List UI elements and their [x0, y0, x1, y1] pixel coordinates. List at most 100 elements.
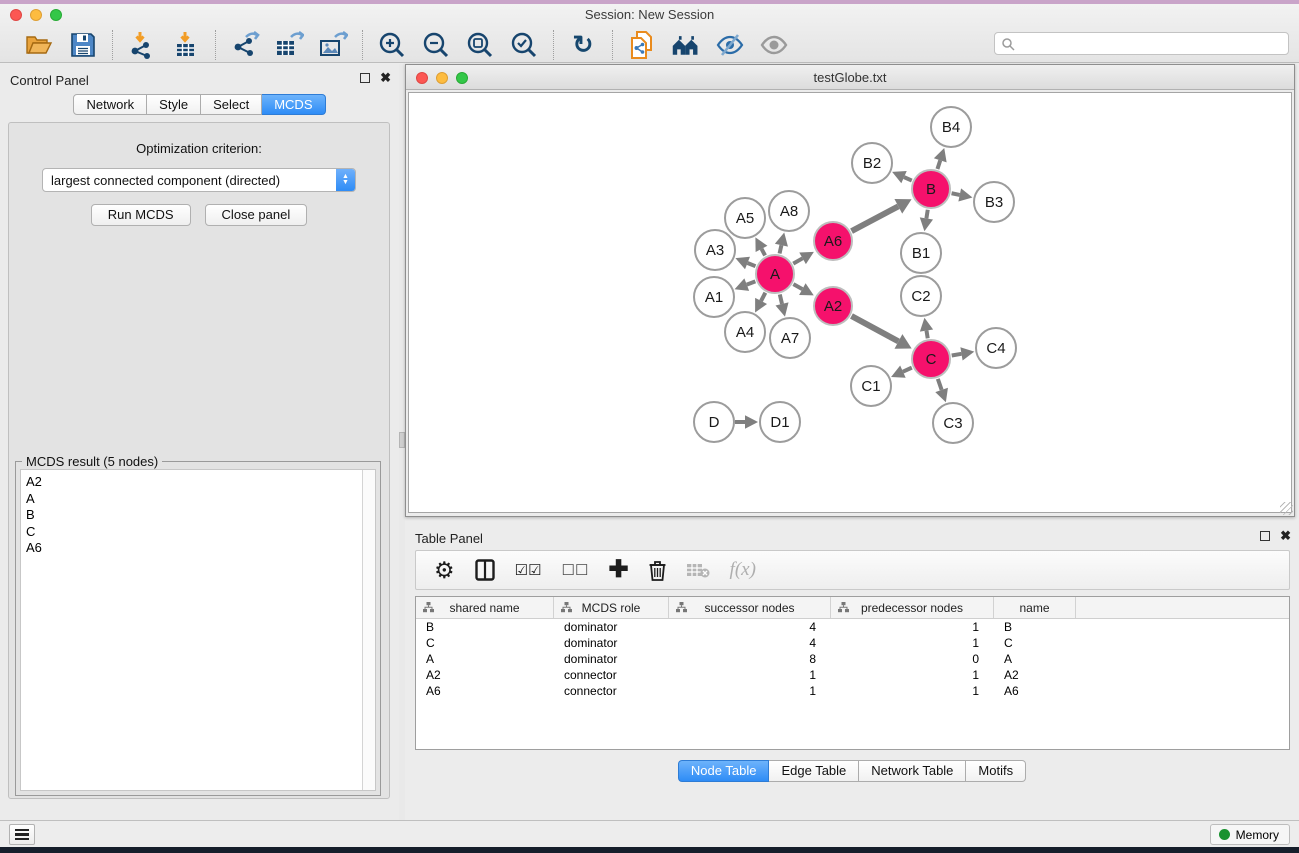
edge-C-C1[interactable] [903, 368, 912, 372]
table-row[interactable]: Cdominator41C [416, 635, 1289, 651]
export-image-icon[interactable] [318, 30, 348, 60]
first-neighbors-icon[interactable] [671, 30, 701, 60]
tab-edge-table[interactable]: Edge Table [769, 760, 859, 782]
close-panel-icon[interactable]: ✖ [380, 73, 391, 83]
arrowhead-icon [920, 217, 933, 231]
selected-option-label: largest connected component (directed) [51, 173, 280, 188]
mcds-result-item[interactable]: A2 [26, 474, 375, 491]
save-session-icon[interactable] [68, 30, 98, 60]
optimization-criterion-select[interactable]: largest connected component (directed) ▲… [42, 168, 356, 192]
hide-selected-icon[interactable] [715, 30, 745, 60]
mcds-result-item[interactable]: B [26, 507, 375, 524]
tab-motifs[interactable]: Motifs [966, 760, 1026, 782]
edge-C-C3[interactable] [938, 379, 942, 390]
delete-column-icon[interactable] [649, 560, 666, 581]
tab-network-table[interactable]: Network Table [859, 760, 966, 782]
table-row[interactable]: Adominator80A [416, 651, 1289, 667]
edge-B-B2[interactable] [904, 177, 912, 180]
zoom-fit-content-icon[interactable] [465, 30, 495, 60]
table-cell: B [416, 620, 554, 634]
mcds-result-item[interactable]: A6 [26, 540, 375, 557]
tab-select[interactable]: Select [201, 94, 262, 115]
edge-B-B4[interactable] [937, 160, 940, 169]
arrowhead-icon [958, 188, 972, 201]
table-cell: dominator [554, 636, 669, 650]
column-header-MCDS-role[interactable]: MCDS role [554, 597, 669, 618]
close-table-panel-icon[interactable]: ✖ [1280, 531, 1291, 541]
network-window-titlebar[interactable]: testGlobe.txt [406, 65, 1294, 90]
table-cell: connector [554, 684, 669, 698]
table-panel-title: Table Panel [415, 531, 483, 546]
arrowhead-icon [745, 415, 758, 428]
window-title: Session: New Session [0, 7, 1299, 22]
zoom-in-icon[interactable] [377, 30, 407, 60]
show-all-icon[interactable] [759, 30, 789, 60]
tab-mcds[interactable]: MCDS [262, 94, 325, 115]
open-session-icon[interactable] [24, 30, 54, 60]
function-builder-icon: f(x) [730, 559, 756, 581]
edge-A-A1[interactable] [747, 281, 756, 284]
edge-A-A8[interactable] [780, 245, 782, 253]
column-header-shared-name[interactable]: shared name [416, 597, 554, 618]
edge-B-B3[interactable] [952, 193, 960, 195]
edge-A-A7[interactable] [780, 294, 782, 303]
export-network-icon[interactable] [230, 30, 260, 60]
arrowhead-icon [775, 302, 788, 316]
column-header-predecessor-nodes[interactable]: predecessor nodes [831, 597, 994, 618]
column-header-successor-nodes[interactable]: successor nodes [669, 597, 831, 618]
table-cell: A2 [416, 668, 554, 682]
memory-button[interactable]: Memory [1210, 824, 1290, 845]
edge-C-C4[interactable] [952, 354, 962, 356]
search-input[interactable] [1015, 35, 1288, 53]
export-table-icon[interactable] [274, 30, 304, 60]
edge-A-A3[interactable] [747, 263, 755, 266]
table-cell: 1 [831, 684, 994, 698]
edge-B-B1[interactable] [926, 210, 927, 219]
show-columns-icon[interactable] [475, 559, 495, 581]
window-resize-grip[interactable] [1280, 502, 1293, 515]
tab-network[interactable]: Network [73, 94, 147, 115]
new-network-from-selection-icon[interactable] [627, 30, 657, 60]
table-settings-icon[interactable]: ⚙ [434, 559, 455, 582]
refresh-icon[interactable]: ↻ [568, 30, 598, 60]
edge-A-A5[interactable] [762, 249, 766, 256]
edge-A6-B[interactable] [852, 206, 899, 231]
tab-node-table[interactable]: Node Table [678, 760, 770, 782]
close-panel-button[interactable]: Close panel [205, 204, 308, 226]
mcds-result-item[interactable]: C [26, 524, 375, 541]
import-network-icon[interactable] [127, 30, 157, 60]
deselect-all-icon[interactable]: ☐☐ [562, 563, 589, 578]
edge-A-A4[interactable] [761, 293, 765, 301]
select-all-icon[interactable]: ☑☑ [515, 563, 542, 578]
table-row[interactable]: Bdominator41B [416, 619, 1289, 635]
table-cell: B [994, 620, 1076, 634]
network-graph[interactable]: B4B2BB3A5A8A6A3B1AA1C2A2A4A7C4CC1C3DD1 [409, 93, 1293, 513]
column-header-name[interactable]: name [994, 597, 1076, 618]
edge-C-C2[interactable] [926, 331, 927, 339]
float-table-panel-icon[interactable] [1260, 531, 1270, 541]
table-row[interactable]: A2connector11A2 [416, 667, 1289, 683]
tab-style[interactable]: Style [147, 94, 201, 115]
import-table-icon[interactable] [171, 30, 201, 60]
table-row[interactable]: A6connector11A6 [416, 683, 1289, 699]
search-field[interactable] [994, 32, 1289, 55]
node-label: D [709, 414, 720, 431]
add-column-icon[interactable]: ✚ [608, 558, 628, 582]
table-cell: connector [554, 668, 669, 682]
network-canvas[interactable]: B4B2BB3A5A8A6A3B1AA1C2A2A4A7C4CC1C3DD1 [408, 92, 1292, 513]
zoom-selected-icon[interactable] [509, 30, 539, 60]
edge-A-A6[interactable] [793, 258, 802, 263]
status-bar: Memory [0, 820, 1299, 847]
table-header-row: shared nameMCDS rolesuccessor nodesprede… [416, 597, 1289, 619]
mcds-result-item[interactable]: A [26, 491, 375, 508]
network-view-window[interactable]: testGlobe.txt B4B2BB3A5A8A6A3B1AA1C2A2A4… [405, 64, 1295, 517]
network-window-title: testGlobe.txt [406, 70, 1294, 85]
edge-A2-C[interactable] [851, 316, 898, 341]
result-list-scrollbar[interactable] [362, 470, 375, 790]
run-mcds-button[interactable]: Run MCDS [91, 204, 191, 226]
task-history-icon[interactable] [9, 824, 35, 845]
edge-A-A2[interactable] [793, 284, 802, 289]
float-panel-icon[interactable] [360, 73, 370, 83]
titlebar[interactable]: Session: New Session [0, 4, 1299, 25]
zoom-out-icon[interactable] [421, 30, 451, 60]
